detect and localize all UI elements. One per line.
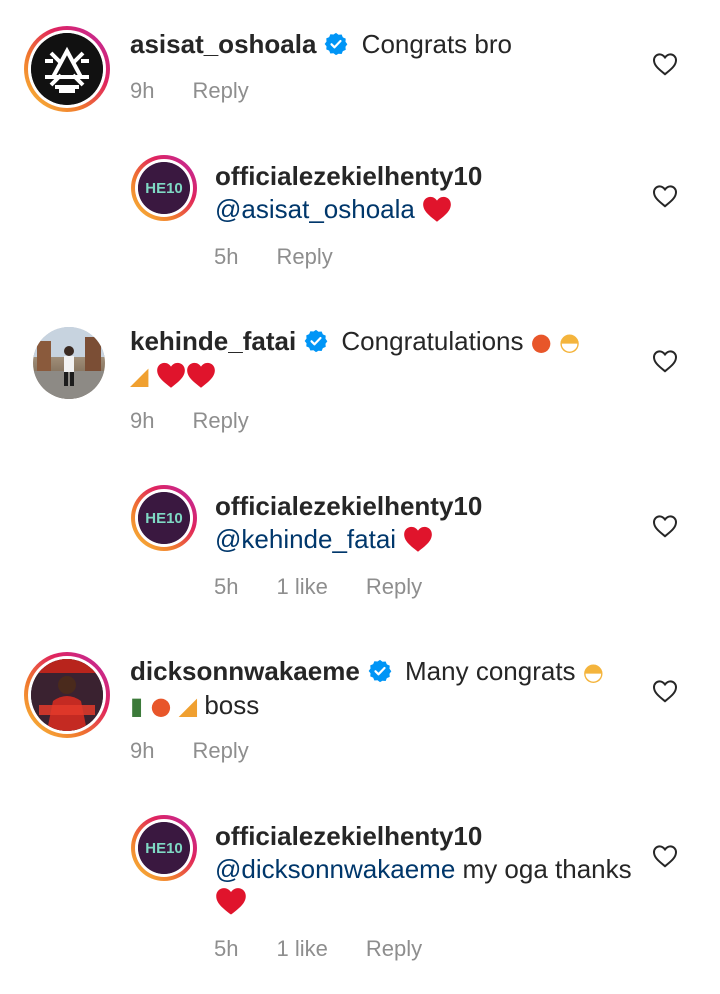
reply-button[interactable]: Reply [192, 408, 248, 434]
reply-button[interactable]: Reply [366, 936, 422, 962]
comment-text: asisat_oshoala Congrats bro [130, 28, 650, 61]
logo-icon [31, 33, 103, 105]
red-heart-emoji [215, 886, 247, 916]
avatar[interactable]: HE10 [131, 485, 197, 551]
comment-text: dicksonnwakaeme Many congrats ◓ ▮ ● ◢ bo… [130, 655, 650, 723]
username[interactable]: officialezekielhenty10 [215, 820, 645, 853]
comment-meta: 5h 1 like Reply [214, 936, 460, 962]
comment-text: kehinde_fatai Congratulations ● ◓ ◢ [130, 325, 650, 393]
comment-meta: 9h Reply [130, 738, 287, 764]
red-heart-emoji [422, 195, 452, 223]
he10-logo-icon: HE10 [138, 822, 190, 874]
svg-text:HE10: HE10 [145, 840, 183, 857]
timestamp[interactable]: 9h [130, 408, 154, 434]
comment-meta: 9h Reply [130, 408, 287, 434]
svg-text:HE10: HE10 [145, 510, 183, 527]
person-photo-icon [31, 659, 103, 731]
username[interactable]: kehinde_fatai [130, 326, 296, 356]
avatar[interactable] [33, 327, 105, 399]
mention-link[interactable]: @asisat_oshoala [215, 194, 415, 224]
champagne-emoji: ▮ [130, 692, 144, 720]
avatar[interactable]: HE10 [131, 155, 197, 221]
like-heart-icon[interactable] [652, 844, 678, 868]
comment-meta: 9h Reply [130, 78, 287, 104]
red-heart-emoji [156, 361, 186, 389]
comment-meta: 5h 1 like Reply [214, 574, 460, 600]
comment-text: officialezekielhenty10 @dicksonnwakaeme … [215, 820, 645, 919]
he10-logo-icon: HE10 [138, 162, 190, 214]
confetti-ball-emoji: ◓ [558, 328, 580, 356]
like-heart-icon[interactable] [652, 184, 678, 208]
mention-link[interactable]: @dicksonnwakaeme [215, 854, 455, 884]
comment-text: officialezekielhenty10 @kehinde_fatai [215, 490, 645, 556]
red-heart-emoji [403, 525, 433, 553]
like-heart-icon[interactable] [652, 52, 678, 76]
avatar[interactable]: HE10 [131, 815, 197, 881]
comment-body: Many congrats [405, 656, 576, 686]
timestamp[interactable]: 5h [214, 244, 238, 270]
timestamp[interactable]: 9h [130, 78, 154, 104]
comment-meta: 5h Reply [214, 244, 371, 270]
timestamp[interactable]: 9h [130, 738, 154, 764]
svg-text:HE10: HE10 [145, 180, 183, 197]
balloon-emoji: ● [530, 328, 552, 356]
reply-button[interactable]: Reply [192, 78, 248, 104]
reply-button[interactable]: Reply [366, 574, 422, 600]
red-heart-emoji [186, 361, 216, 389]
username[interactable]: officialezekielhenty10 [215, 160, 645, 193]
comment-text: officialezekielhenty10 @asisat_oshoala [215, 160, 645, 226]
like-heart-icon[interactable] [652, 679, 678, 703]
like-heart-icon[interactable] [652, 349, 678, 373]
like-count[interactable]: 1 like [276, 936, 327, 962]
avatar[interactable] [24, 652, 110, 738]
he10-logo-icon: HE10 [138, 492, 190, 544]
avatar[interactable] [24, 26, 110, 112]
comment-body-continued: boss [204, 690, 260, 720]
reply-button[interactable]: Reply [192, 738, 248, 764]
like-heart-icon[interactable] [652, 514, 678, 538]
verified-badge-icon [304, 329, 328, 353]
comment-body: Congratulations [341, 326, 524, 356]
reply-button[interactable]: Reply [276, 244, 332, 270]
verified-badge-icon [324, 32, 348, 56]
like-count[interactable]: 1 like [276, 574, 327, 600]
timestamp[interactable]: 5h [214, 936, 238, 962]
party-popper-emoji: ◢ [178, 692, 198, 720]
timestamp[interactable]: 5h [214, 574, 238, 600]
mention-link[interactable]: @kehinde_fatai [215, 524, 396, 554]
comment-body: my oga thanks [462, 854, 632, 884]
comment-body: Congrats bro [361, 29, 512, 59]
username[interactable]: asisat_oshoala [130, 29, 316, 59]
person-photo-icon [33, 327, 105, 399]
party-popper-emoji: ◢ [130, 362, 149, 390]
balloon-emoji: ● [150, 692, 172, 720]
username[interactable]: dicksonnwakaeme [130, 656, 360, 686]
verified-badge-icon [368, 659, 392, 683]
confetti-ball-emoji: ◓ [582, 658, 604, 686]
username[interactable]: officialezekielhenty10 [215, 490, 645, 523]
